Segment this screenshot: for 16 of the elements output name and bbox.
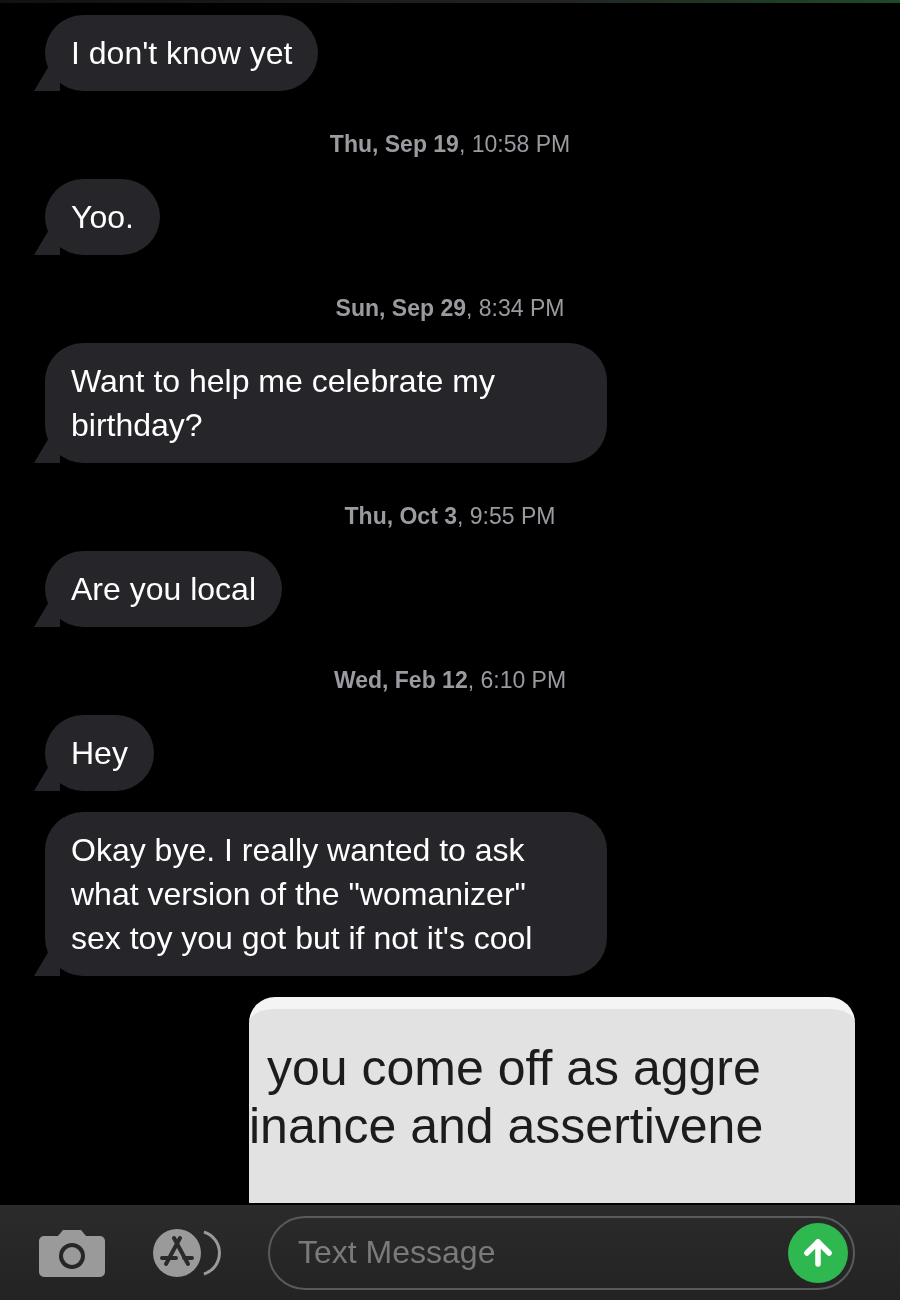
message-bubble: I don't know yet — [45, 15, 319, 91]
message-bubble: Yoo. — [45, 179, 160, 255]
camera-icon[interactable] — [38, 1227, 106, 1278]
message-bubble: Want to help me celebrate my birthday? — [45, 343, 607, 463]
timestamp: Sun, Sep 29, 8:34 PM — [335, 295, 565, 321]
timestamp: Thu, Oct 3, 9:55 PM — [344, 503, 556, 529]
send-button[interactable] — [788, 1222, 848, 1283]
timestamp: Thu, Sep 19, 10:58 PM — [329, 131, 571, 157]
message-bubble: Hey — [45, 715, 154, 791]
timestamp: Wed, Feb 12, 6:10 PM — [333, 667, 567, 693]
message-bubble: Are you local — [45, 551, 282, 627]
screenshot-text: inance and assertivene — [249, 1097, 764, 1155]
screenshot-text: you come off as aggre — [266, 1039, 761, 1097]
message-bubble: Okay bye. I really wanted to ask what version of the "womanizer" sex toy you got but if not it's cool — [45, 812, 607, 976]
image-attachment[interactable]: you come off as aggre inance and assertivene — [249, 997, 855, 1203]
message-field[interactable]: Text Message — [268, 1215, 855, 1290]
